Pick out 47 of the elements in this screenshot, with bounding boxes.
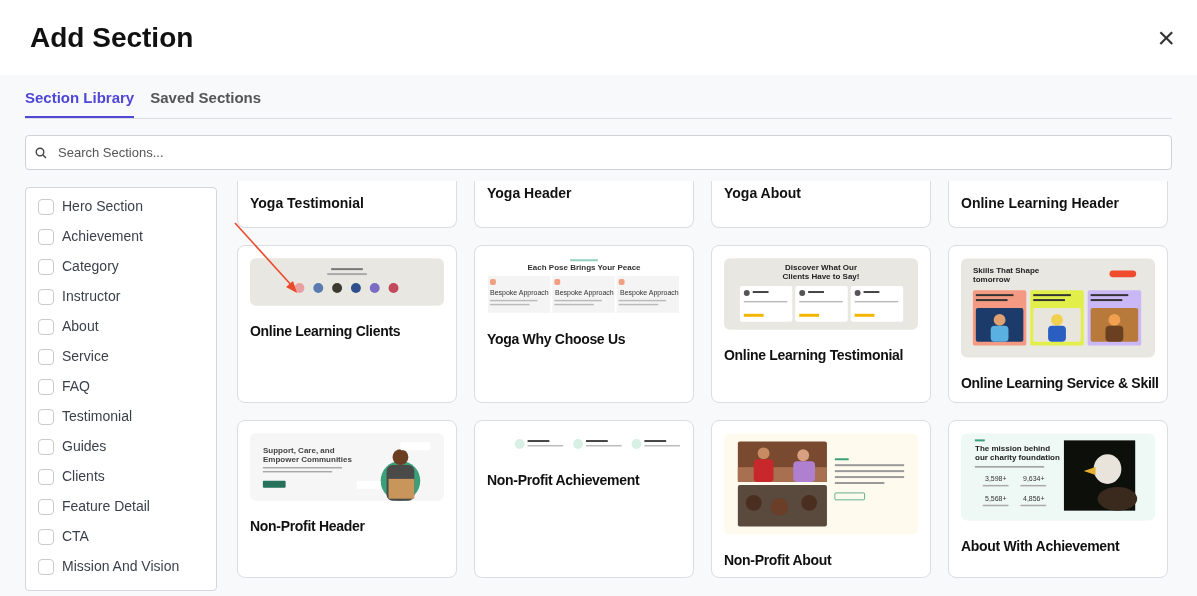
checkbox[interactable] xyxy=(38,318,54,335)
checkbox[interactable] xyxy=(38,258,54,275)
section-card[interactable]: Support, Care, and Empower Communities Non-Profit Header xyxy=(237,419,457,578)
close-button[interactable]: × xyxy=(1153,22,1179,53)
search-field[interactable]: Search Sections... xyxy=(25,134,1172,170)
checkbox[interactable] xyxy=(38,348,54,365)
filter-option[interactable]: Instructor xyxy=(38,285,216,308)
section-card[interactable]: Skills That Shape tomorrow Online Learning Service & Skill xyxy=(948,244,1168,403)
filter-option[interactable]: Hero Section xyxy=(38,195,216,218)
checkbox[interactable] xyxy=(38,228,54,245)
checkbox[interactable] xyxy=(38,468,54,485)
checkbox[interactable] xyxy=(38,438,54,455)
dialog-title: Add Section xyxy=(30,20,194,55)
thumbnail-heading: Support, Care, and Empower Communities xyxy=(263,445,353,464)
filter-option[interactable]: About xyxy=(38,315,216,338)
tab[interactable]: Section Library xyxy=(25,87,135,118)
section-card[interactable]: Yoga About xyxy=(711,180,931,228)
filter-option[interactable]: Service xyxy=(38,345,216,368)
section-card[interactable]: Non-Profit About xyxy=(711,419,931,578)
filter-option[interactable]: Guides xyxy=(38,435,216,458)
filter-option[interactable]: Achievement xyxy=(38,225,216,248)
section-card[interactable]: Non-Profit Achievement xyxy=(474,419,694,578)
filter-option[interactable]: Mission And Vision xyxy=(38,555,216,578)
checkbox[interactable] xyxy=(38,288,54,305)
filter-option[interactable]: FAQ xyxy=(38,375,216,398)
thumbnail-heading: Skills That Shape tomorrow xyxy=(973,265,1041,284)
checkbox[interactable] xyxy=(38,558,54,575)
search-icon xyxy=(35,146,47,159)
checkbox[interactable] xyxy=(38,408,54,425)
thumbnail-heading: Discover What Our Clients Have to Say! xyxy=(781,262,861,281)
section-card[interactable]: Online Learning Clients xyxy=(237,244,457,403)
section-card[interactable]: Online Learning Header xyxy=(948,180,1168,228)
filter-option[interactable]: Category xyxy=(38,255,216,278)
checkbox[interactable] xyxy=(38,378,54,395)
thumbnail-heading: Each Pose Brings Your Peace xyxy=(526,263,642,272)
checkbox[interactable] xyxy=(38,198,54,215)
filter-option[interactable]: Clients xyxy=(38,465,216,488)
tab[interactable]: Saved Sections xyxy=(150,87,262,118)
section-card[interactable]: Discover What Our Clients Have to Say! Online Learning Testimonial xyxy=(711,244,931,403)
filter-option[interactable]: CTA xyxy=(38,525,216,548)
checkbox[interactable] xyxy=(38,528,54,545)
thumbnail-heading: The mission behind our charity foundation xyxy=(975,443,1061,462)
section-card[interactable]: Yoga Testimonial xyxy=(237,180,457,228)
filter-option[interactable]: Testimonial xyxy=(38,405,216,428)
checkbox[interactable] xyxy=(38,498,54,515)
filter-option[interactable]: Feature Detail xyxy=(38,495,216,518)
section-card[interactable]: Yoga Header xyxy=(474,180,694,228)
